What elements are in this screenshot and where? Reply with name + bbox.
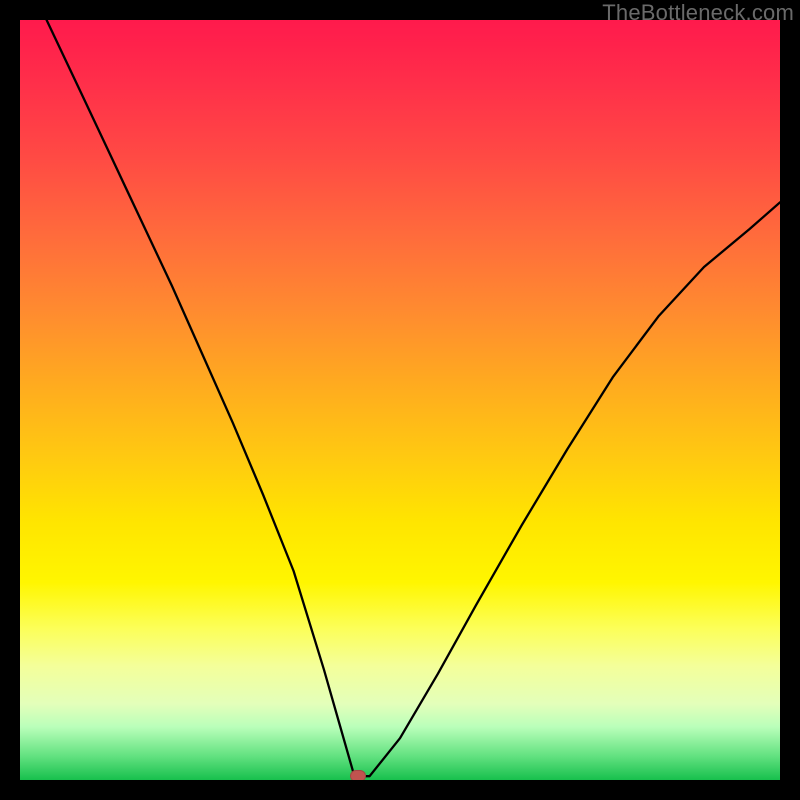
bottleneck-curve (47, 20, 780, 776)
chart-container: TheBottleneck.com (0, 0, 800, 800)
optimal-point-marker (350, 770, 366, 780)
plot-area (20, 20, 780, 780)
curve-layer (20, 20, 780, 780)
